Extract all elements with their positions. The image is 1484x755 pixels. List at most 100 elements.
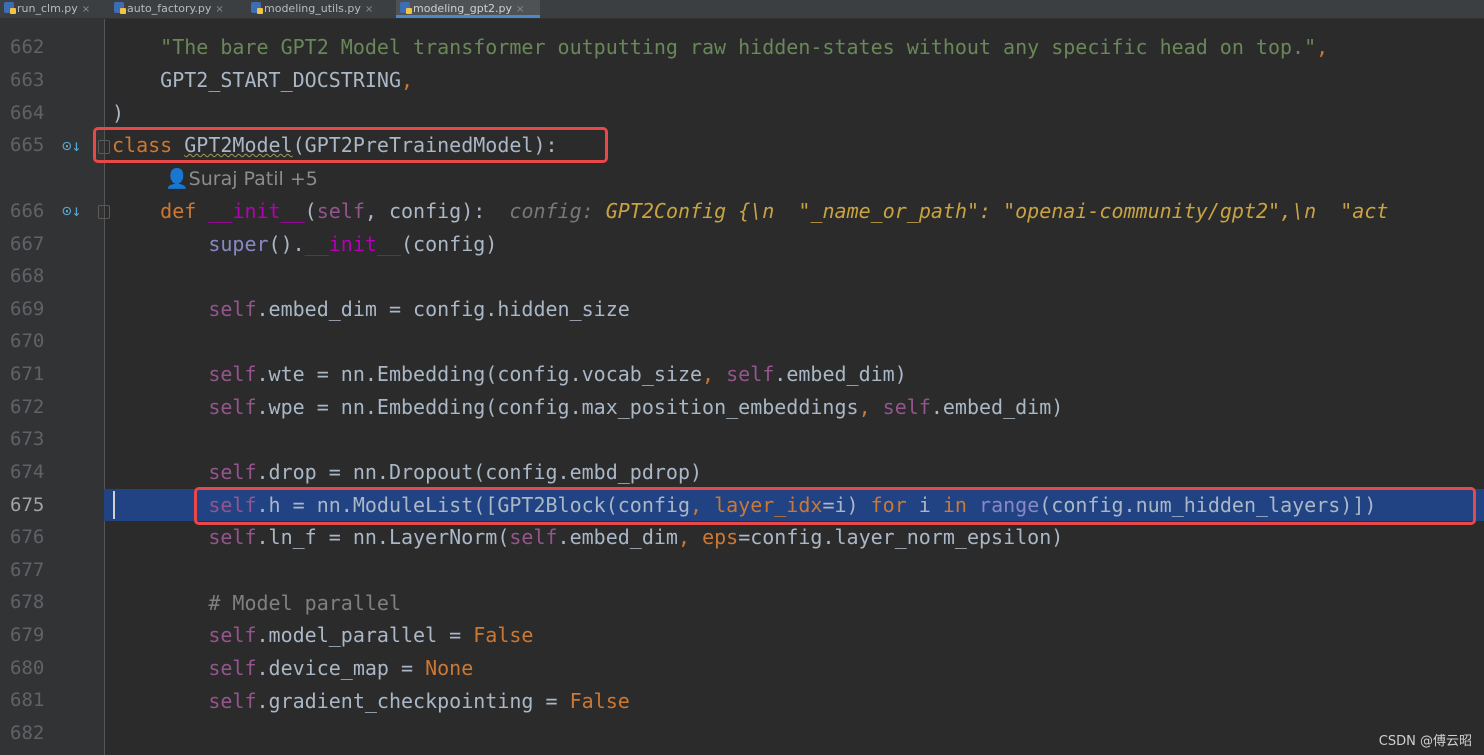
statement: drop = nn.Dropout(config.embd_pdrop)	[268, 460, 703, 484]
line-number: 676	[10, 526, 45, 548]
line-number: 682	[10, 722, 45, 744]
statement: gradient_checkpointing =	[268, 689, 570, 713]
line-number: 678	[10, 591, 45, 613]
identifier: GPT2_START_DOCSTRING	[160, 68, 401, 92]
close-icon[interactable]: ×	[365, 4, 373, 15]
python-file-icon	[114, 2, 126, 14]
code-line-674[interactable]: self.drop = nn.Dropout(config.embd_pdrop…	[112, 456, 702, 488]
method-name: __init__	[208, 199, 305, 223]
literal: False	[473, 623, 534, 647]
keyword: def	[160, 199, 197, 223]
code-line-666[interactable]: def __init__(self, config): config: GPT2…	[112, 195, 1388, 227]
paren: )	[112, 101, 125, 125]
line-number-current: 675	[10, 494, 45, 516]
code-line-663[interactable]: GPT2_START_DOCSTRING,	[112, 64, 413, 96]
tab-run-clm[interactable]: run_clm.py ×	[4, 0, 100, 18]
keyword-arg: eps	[702, 525, 739, 549]
close-icon[interactable]: ×	[82, 4, 90, 15]
python-file-icon	[4, 2, 16, 14]
line-number: 680	[10, 657, 45, 679]
highlight-box-modulelist	[194, 487, 1476, 525]
fold-icon[interactable]	[98, 205, 110, 219]
builtin: super	[208, 232, 269, 256]
line-number: 662	[10, 36, 45, 58]
line-number: 666	[10, 200, 45, 222]
line-number: 665	[10, 134, 45, 156]
python-file-icon	[400, 2, 412, 14]
statement: embed_dim)	[942, 395, 1064, 419]
line-number: 671	[10, 363, 45, 385]
code-line-680[interactable]: self.device_map = None	[112, 652, 473, 684]
code-line-662[interactable]: "The bare GPT2 Model transformer outputt…	[112, 31, 1328, 63]
code-line-671[interactable]: self.wte = nn.Embedding(config.vocab_siz…	[112, 358, 907, 390]
params: , config):	[364, 199, 486, 223]
comment: # Model parallel	[208, 591, 401, 615]
self-kw: self	[726, 362, 775, 386]
self-kw: self	[208, 362, 257, 386]
self-kw: self	[509, 525, 558, 549]
line-number: 677	[10, 559, 45, 581]
code-line-667[interactable]: super().__init__(config)	[112, 228, 497, 260]
code-line-678[interactable]: # Model parallel	[112, 587, 401, 619]
code-line-676[interactable]: self.ln_f = nn.LayerNorm(self.embed_dim,…	[112, 521, 1063, 553]
self-kw: self	[208, 689, 257, 713]
line-number: 679	[10, 624, 45, 646]
statement: model_parallel =	[268, 623, 474, 647]
statement: =config.layer_norm_epsilon)	[738, 525, 1064, 549]
tab-label: auto_factory.py	[127, 2, 212, 15]
self-kw: self	[208, 623, 257, 647]
overridden-method-icon[interactable]: ⊙↓	[62, 201, 81, 220]
author-label: Suraj Patil +5	[188, 168, 318, 190]
line-number: 674	[10, 461, 45, 483]
line-number-gutter[interactable]: 662 663 664 665 666 667 668 669 670 671 …	[0, 19, 105, 755]
line-number: 668	[10, 265, 45, 287]
author-hint[interactable]: 👤Suraj Patil +5	[165, 163, 318, 195]
statement: wte = nn.Embedding(config.vocab_size	[268, 362, 703, 386]
highlight-box-class-def	[93, 127, 608, 163]
code-line-669[interactable]: self.embed_dim = config.hidden_size	[112, 293, 630, 325]
overridden-method-icon[interactable]: ⊙↓	[62, 136, 81, 155]
tab-modeling-utils[interactable]: modeling_utils.py ×	[251, 0, 387, 18]
literal: None	[425, 656, 474, 680]
close-icon[interactable]: ×	[215, 4, 223, 15]
line-number: 667	[10, 233, 45, 255]
line-number: 663	[10, 69, 45, 91]
line-number: 669	[10, 298, 45, 320]
self-kw: self	[208, 525, 257, 549]
self-kw: self	[882, 395, 931, 419]
statement: wpe = nn.Embedding(config.max_position_e…	[268, 395, 859, 419]
statement: device_map =	[268, 656, 426, 680]
inlay-hint-value: GPT2Config {\n "_name_or_path": "openai-…	[605, 199, 1389, 223]
line-number: 673	[10, 428, 45, 450]
code-line-679[interactable]: self.model_parallel = False	[112, 619, 533, 651]
docstring: "The bare GPT2 Model transformer outputt…	[160, 35, 1317, 59]
code-line-681[interactable]: self.gradient_checkpointing = False	[112, 685, 630, 717]
self-kw: self	[316, 199, 365, 223]
python-file-icon	[251, 2, 263, 14]
line-number: 664	[10, 102, 45, 124]
self-kw: self	[208, 297, 257, 321]
editor-tab-bar: run_clm.py × auto_factory.py × modeling_ut…	[0, 0, 1484, 19]
tab-label: modeling_utils.py	[264, 2, 361, 15]
inlay-hint-label: config:	[509, 199, 594, 223]
tab-modeling-gpt2[interactable]: modeling_gpt2.py ×	[396, 0, 540, 18]
code-line-664[interactable]: )	[112, 97, 124, 129]
statement: embed_dim	[569, 525, 678, 549]
line-number: 672	[10, 396, 45, 418]
tab-label: modeling_gpt2.py	[413, 2, 513, 15]
user-icon: 👤	[165, 168, 189, 190]
method-name: __init__	[304, 232, 401, 256]
close-icon[interactable]: ×	[516, 4, 524, 15]
statement: ln_f = nn.LayerNorm(	[268, 525, 510, 549]
literal: False	[569, 689, 630, 713]
tab-label: run_clm.py	[17, 2, 78, 15]
code-line-672[interactable]: self.wpe = nn.Embedding(config.max_posit…	[112, 391, 1063, 423]
self-kw: self	[208, 460, 257, 484]
statement: embed_dim)	[786, 362, 907, 386]
self-kw: self	[208, 395, 257, 419]
statement: embed_dim = config.hidden_size	[268, 297, 630, 321]
self-kw: self	[208, 656, 257, 680]
tab-auto-factory[interactable]: auto_factory.py ×	[114, 0, 242, 18]
watermark: CSDN @傅云昭	[1378, 734, 1472, 749]
line-number: 670	[10, 330, 45, 352]
